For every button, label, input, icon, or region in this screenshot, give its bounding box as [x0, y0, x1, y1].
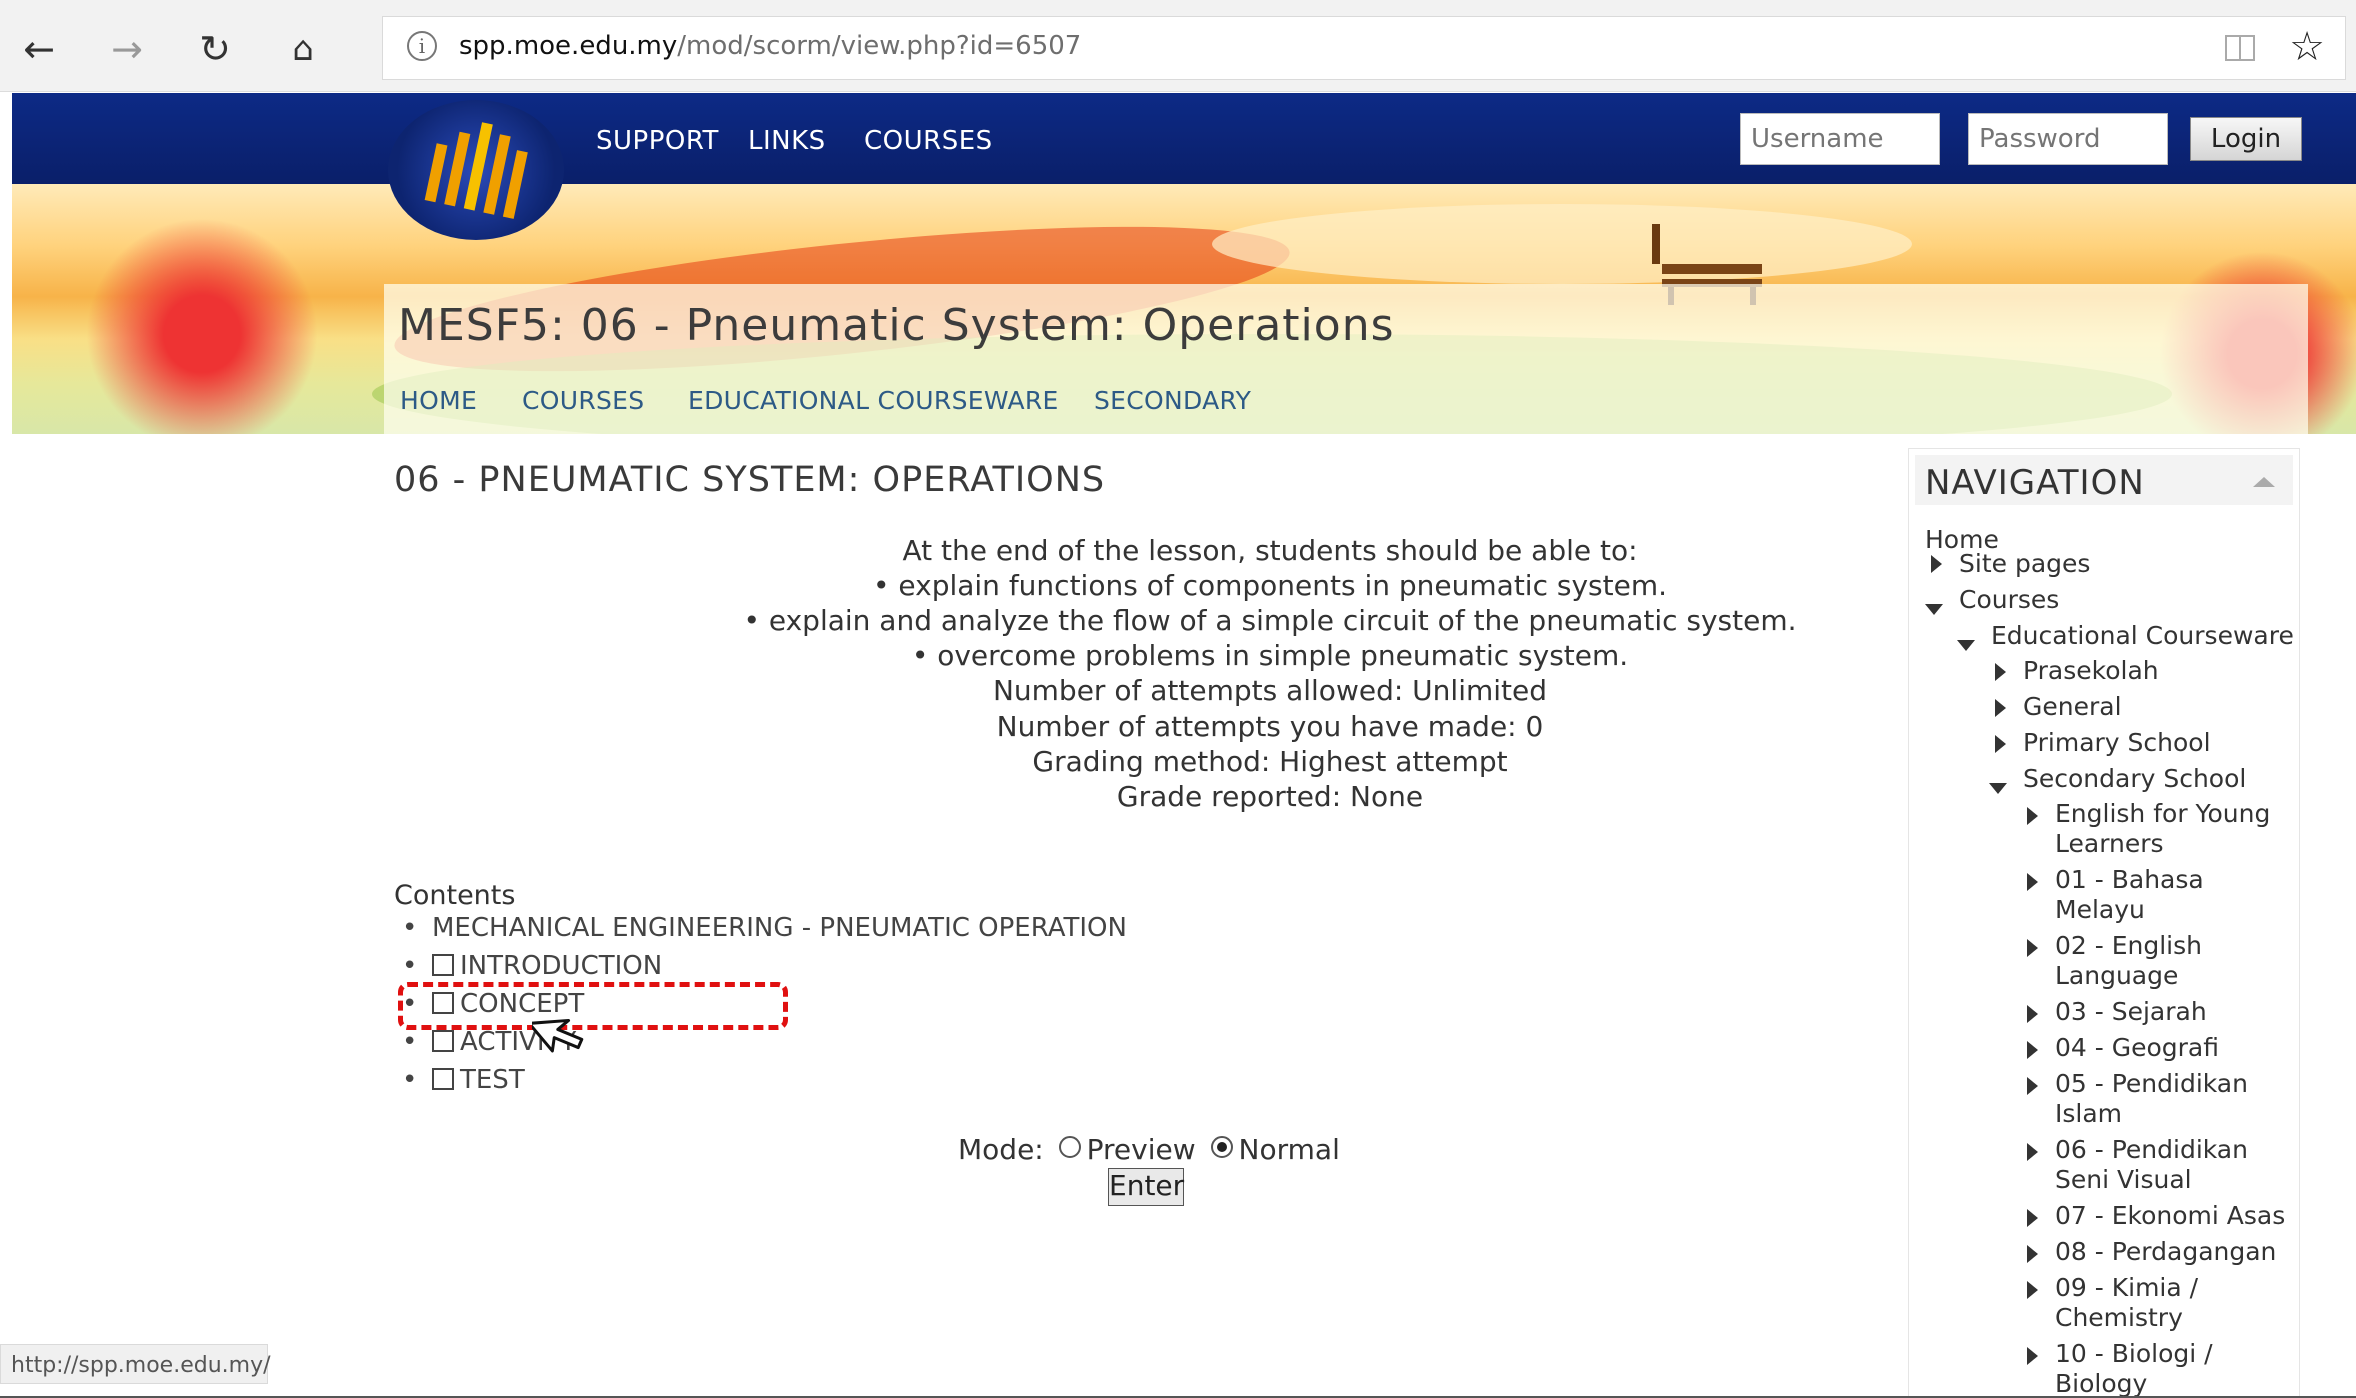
- expand-arrow-icon[interactable]: [2027, 1245, 2038, 1263]
- url-text[interactable]: spp.moe.edu.my/mod/scorm/view.php?id=650…: [459, 31, 1081, 61]
- expand-arrow-icon[interactable]: [2027, 1281, 2038, 1299]
- home-icon[interactable]: ⌂: [278, 24, 328, 74]
- forward-icon[interactable]: →: [102, 24, 152, 74]
- url-path: /mod/scorm/view.php?id=6507: [677, 31, 1082, 61]
- nav-site-pages[interactable]: Site pages: [1959, 549, 2090, 579]
- collapse-arrow-icon[interactable]: [2253, 477, 2275, 487]
- status-bar-url: http://spp.moe.edu.my/: [0, 1344, 271, 1384]
- toc-item-introduction[interactable]: • INTRODUCTION: [402, 951, 662, 981]
- contents-label: Contents: [394, 880, 516, 911]
- nav-subject[interactable]: 05 - Pendidikan Islam: [2055, 1069, 2248, 1129]
- expand-arrow-icon[interactable]: [2027, 873, 2038, 891]
- url-host: spp.moe.edu.my: [459, 31, 678, 61]
- expand-arrow-icon[interactable]: [2027, 1347, 2038, 1365]
- mode-selector: Mode: Preview Normal: [958, 1133, 1340, 1166]
- navigation-header: NAVIGATION: [1915, 455, 2293, 505]
- breadcrumb-courses[interactable]: COURSES: [522, 386, 644, 415]
- expand-arrow-icon[interactable]: [2027, 1209, 2038, 1227]
- nav-subject[interactable]: 03 - Sejarah: [2055, 997, 2207, 1027]
- expand-arrow-icon[interactable]: [1995, 663, 2006, 681]
- collapse-arrow-icon[interactable]: [1925, 604, 1943, 615]
- nav-subject[interactable]: 04 - Geografi: [2055, 1033, 2219, 1063]
- toc-item-label[interactable]: TEST: [460, 1065, 525, 1095]
- nav-links[interactable]: LINKS: [748, 126, 826, 156]
- expand-arrow-icon[interactable]: [2027, 1041, 2038, 1059]
- mode-normal-label[interactable]: Normal: [1239, 1133, 1340, 1166]
- nav-subject[interactable]: 08 - Perdagangan: [2055, 1237, 2276, 1267]
- nav-secondary-school[interactable]: Secondary School: [2023, 764, 2246, 794]
- nav-subject[interactable]: 01 - Bahasa Melayu: [2055, 865, 2204, 925]
- refresh-icon[interactable]: ↻: [190, 24, 240, 74]
- navigation-title: NAVIGATION: [1925, 463, 2145, 503]
- expand-arrow-icon[interactable]: [2027, 807, 2038, 825]
- navigation-block: NAVIGATION Home Site pages Courses Educa…: [1908, 448, 2300, 1398]
- nav-general[interactable]: General: [2023, 692, 2122, 722]
- nav-courses[interactable]: COURSES: [864, 126, 993, 156]
- nav-courses-item[interactable]: Courses: [1959, 585, 2059, 615]
- address-bar[interactable]: i spp.moe.edu.my/mod/scorm/view.php?id=6…: [382, 16, 2346, 80]
- back-icon[interactable]: ←: [14, 24, 64, 74]
- reading-view-icon[interactable]: [2223, 31, 2257, 65]
- mouse-cursor-icon: [532, 1018, 584, 1053]
- nav-subject[interactable]: 10 - Biologi / Biology: [2055, 1339, 2213, 1397]
- favorite-star-icon[interactable]: ☆: [2289, 23, 2325, 71]
- site-logo[interactable]: [388, 100, 564, 240]
- expand-arrow-icon[interactable]: [2027, 1143, 2038, 1161]
- login-button[interactable]: Login: [2190, 117, 2302, 161]
- nav-subject[interactable]: 09 - Kimia / Chemistry: [2055, 1273, 2198, 1333]
- password-field[interactable]: [1968, 113, 2168, 165]
- expand-arrow-icon[interactable]: [2027, 939, 2038, 957]
- breadcrumb-home[interactable]: HOME: [400, 386, 477, 415]
- username-field[interactable]: [1740, 113, 1940, 165]
- nav-support[interactable]: SUPPORT: [596, 126, 719, 156]
- toc-title: • MECHANICAL ENGINEERING - PNEUMATIC OPER…: [402, 913, 1127, 943]
- nav-subject[interactable]: 07 - Ekonomi Asas: [2055, 1201, 2285, 1231]
- expand-arrow-icon[interactable]: [1931, 555, 1942, 573]
- breadcrumb-secondary[interactable]: SECONDARY: [1094, 386, 1251, 415]
- checkbox-icon: [432, 954, 454, 976]
- expand-arrow-icon[interactable]: [2027, 1077, 2038, 1095]
- flower-decoration: [52, 214, 352, 434]
- nav-primary-school[interactable]: Primary School: [2023, 728, 2211, 758]
- enter-button[interactable]: Enter: [1108, 1168, 1184, 1206]
- info-icon[interactable]: i: [407, 31, 437, 61]
- nav-educational-courseware[interactable]: Educational Courseware: [1991, 621, 2294, 651]
- expand-arrow-icon[interactable]: [1995, 735, 2006, 753]
- checkbox-icon: [432, 1030, 454, 1052]
- nav-subject[interactable]: English for Young Learners: [2055, 799, 2270, 859]
- nav-subject[interactable]: 06 - Pendidikan Seni Visual: [2055, 1135, 2248, 1195]
- page-title: MESF5: 06 - Pneumatic System: Operations: [398, 300, 1395, 351]
- browser-toolbar: ← → ↻ ⌂ i spp.moe.edu.my/mod/scorm/view.…: [0, 0, 2356, 92]
- nav-subject[interactable]: 02 - English Language: [2055, 931, 2202, 991]
- collapse-arrow-icon[interactable]: [1989, 783, 2007, 794]
- mode-preview-radio[interactable]: [1058, 1136, 1081, 1158]
- nav-prasekolah[interactable]: Prasekolah: [2023, 656, 2159, 686]
- toc-item-label[interactable]: INTRODUCTION: [460, 951, 662, 981]
- collapse-arrow-icon[interactable]: [1957, 640, 1975, 651]
- activity-heading: 06 - PNEUMATIC SYSTEM: OPERATIONS: [394, 460, 1106, 500]
- mode-normal-radio[interactable]: [1210, 1136, 1233, 1158]
- toc-item-test[interactable]: • TEST: [402, 1065, 525, 1095]
- toc-title-text: MECHANICAL ENGINEERING - PNEUMATIC OPERA…: [432, 913, 1127, 943]
- breadcrumb-educational-courseware[interactable]: EDUCATIONAL COURSEWARE: [688, 386, 1059, 415]
- expand-arrow-icon[interactable]: [1995, 699, 2006, 717]
- checkbox-icon: [432, 1068, 454, 1090]
- mode-label: Mode:: [958, 1133, 1044, 1166]
- mode-preview-label[interactable]: Preview: [1087, 1133, 1196, 1166]
- expand-arrow-icon[interactable]: [2027, 1005, 2038, 1023]
- course-title-panel: MESF5: 06 - Pneumatic System: Operations…: [384, 284, 2308, 434]
- logo-bars-icon: [424, 122, 528, 219]
